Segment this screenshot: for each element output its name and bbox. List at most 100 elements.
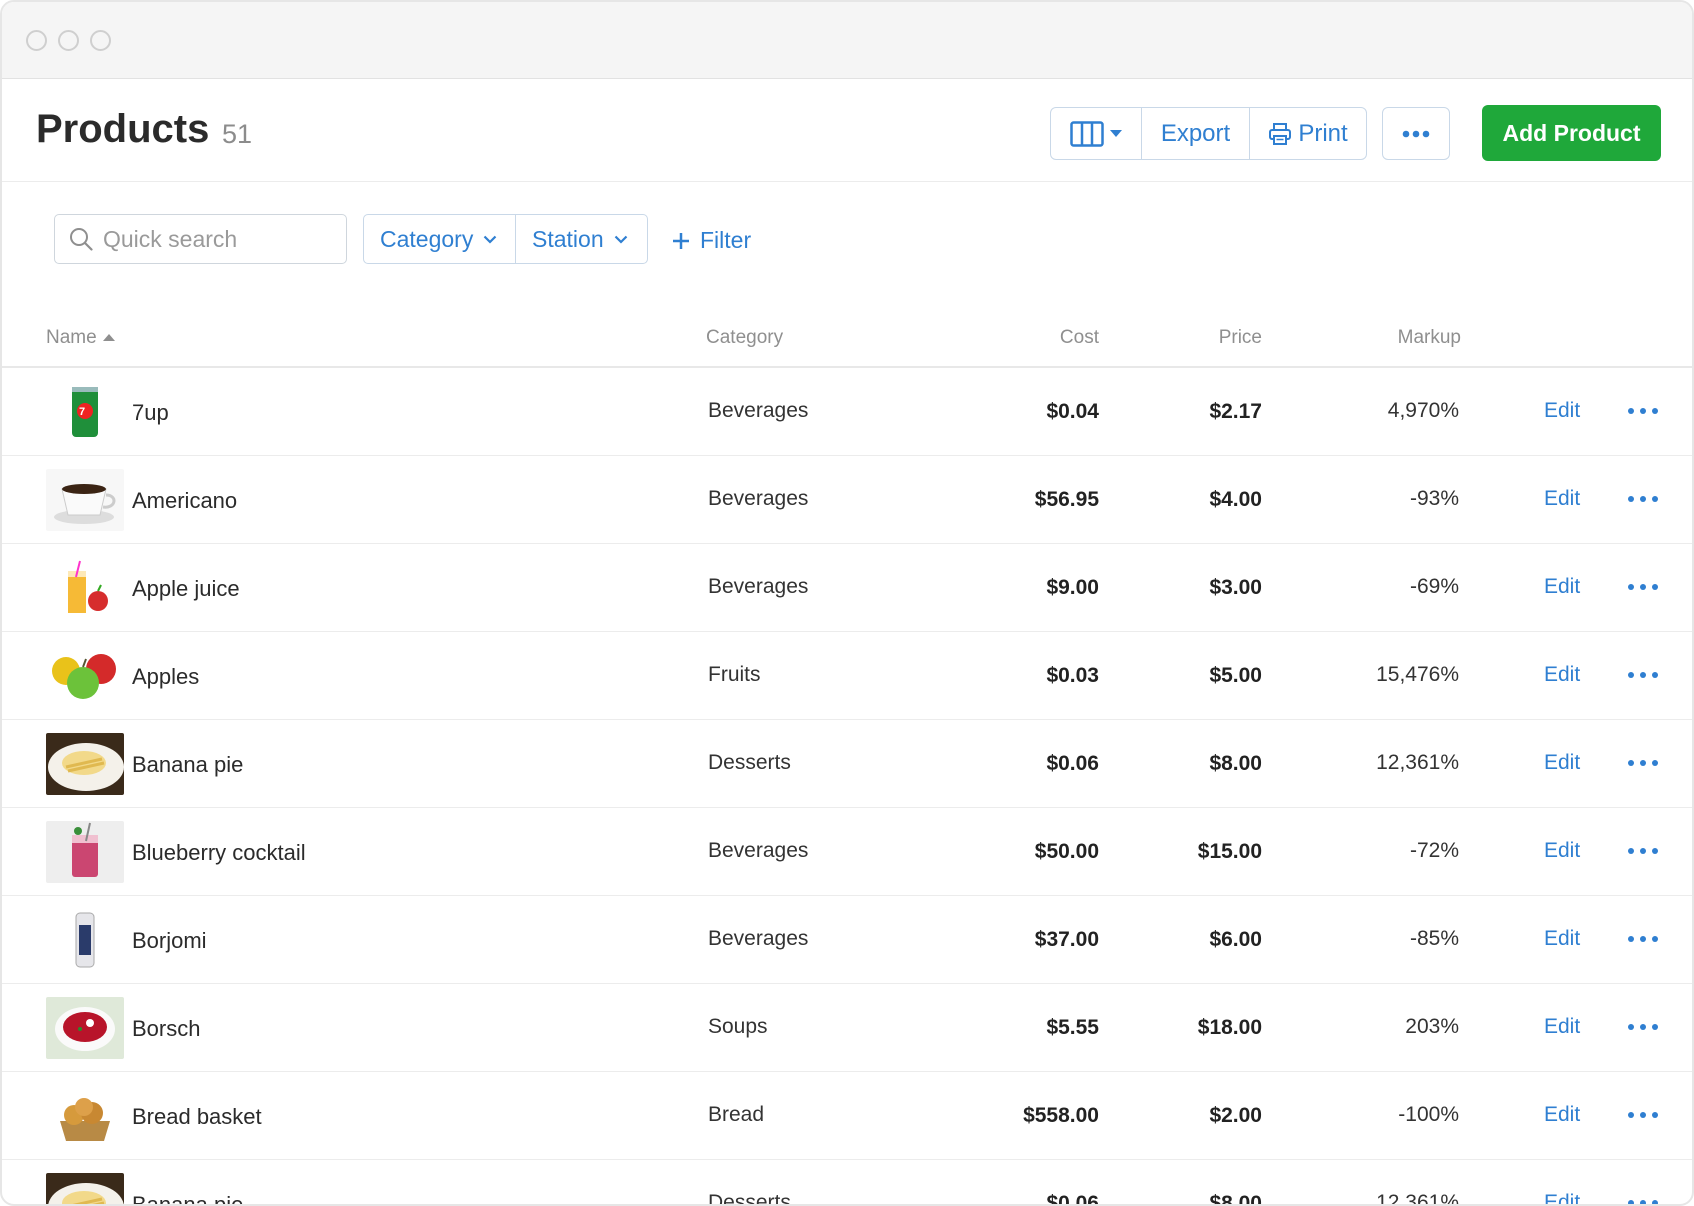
product-thumbnail — [46, 557, 124, 619]
table-row[interactable]: Americano Beverages $56.95 $4.00 -93% Edit — [2, 456, 1692, 544]
product-markup: 12,361% — [1376, 1191, 1459, 1206]
window-titlebar — [2, 2, 1692, 79]
app-window: Products 51 Export Print Add Product Qui… — [0, 0, 1694, 1206]
page-header: Products 51 Export Print Add Product — [2, 79, 1692, 182]
row-more-icon[interactable] — [1628, 1112, 1658, 1120]
edit-link[interactable]: Edit — [1544, 575, 1580, 599]
product-price: $8.00 — [1209, 752, 1262, 775]
page-title: Products — [36, 107, 210, 151]
table-row[interactable]: Apples Fruits $0.03 $5.00 15,476% Edit — [2, 632, 1692, 720]
station-filter-dropdown[interactable]: Station — [516, 215, 647, 263]
row-more-icon[interactable] — [1628, 1200, 1658, 1204]
row-more-icon[interactable] — [1628, 760, 1658, 768]
row-more-icon[interactable] — [1628, 672, 1658, 680]
add-filter-button[interactable]: Filter — [672, 227, 751, 254]
column-header-price[interactable]: Price — [1219, 327, 1262, 349]
printer-icon — [1269, 122, 1292, 145]
product-price: $4.00 — [1209, 488, 1262, 511]
sort-asc-icon — [102, 334, 115, 341]
product-price: $3.00 — [1209, 576, 1262, 599]
row-more-icon[interactable] — [1628, 496, 1658, 504]
edit-link[interactable]: Edit — [1544, 839, 1580, 863]
product-thumbnail — [46, 997, 124, 1059]
table-row[interactable]: Borsch Soups $5.55 $18.00 203% Edit — [2, 984, 1692, 1072]
product-name: 7up — [132, 400, 169, 425]
table-row[interactable]: Banana pie Desserts $0.06 $8.00 12,361% Edit — [2, 720, 1692, 808]
product-price: $8.00 — [1209, 1192, 1262, 1206]
table-row[interactable]: Bread basket Bread $558.00 $2.00 -100% Edit — [2, 1072, 1692, 1160]
add-filter-label: Filter — [700, 227, 752, 253]
product-price: $6.00 — [1209, 928, 1262, 951]
product-thumbnail: 7 — [46, 381, 124, 443]
search-input[interactable] — [103, 225, 323, 253]
export-button[interactable]: Export — [1142, 108, 1250, 159]
row-more-icon[interactable] — [1628, 408, 1658, 416]
row-more-icon[interactable] — [1628, 936, 1658, 944]
caret-down-icon — [1110, 129, 1122, 137]
product-cost: $37.00 — [1034, 928, 1099, 951]
print-button[interactable]: Print — [1250, 108, 1366, 159]
product-thumbnail — [46, 909, 124, 971]
column-header-markup[interactable]: Markup — [1398, 327, 1461, 349]
product-category: Beverages — [708, 839, 809, 862]
window-minimize-button[interactable] — [58, 30, 79, 51]
category-filter-dropdown[interactable]: Category — [364, 215, 516, 263]
product-price: $15.00 — [1197, 840, 1262, 863]
product-cost: $0.06 — [1046, 752, 1099, 775]
edit-link[interactable]: Edit — [1544, 927, 1580, 951]
edit-link[interactable]: Edit — [1544, 751, 1580, 775]
column-header-name[interactable]: Name — [46, 327, 115, 349]
print-label: Print — [1298, 119, 1348, 147]
product-name: Americano — [132, 488, 238, 513]
table-row[interactable]: Blueberry cocktail Beverages $50.00 $15.00 -… — [2, 808, 1692, 896]
edit-link[interactable]: Edit — [1544, 399, 1580, 423]
edit-link[interactable]: Edit — [1544, 1103, 1580, 1127]
columns-button[interactable] — [1051, 108, 1142, 159]
window-zoom-button[interactable] — [90, 30, 111, 51]
add-product-button[interactable]: Add Product — [1482, 105, 1661, 161]
row-more-icon[interactable] — [1628, 1024, 1658, 1032]
product-category: Beverages — [708, 399, 809, 422]
more-actions-button[interactable] — [1383, 108, 1449, 159]
product-thumbnail — [46, 821, 124, 883]
product-category: Beverages — [708, 487, 809, 510]
product-price: $2.17 — [1209, 400, 1262, 423]
edit-link[interactable]: Edit — [1544, 663, 1580, 687]
product-price: $5.00 — [1209, 664, 1262, 687]
edit-link[interactable]: Edit — [1544, 1015, 1580, 1039]
product-thumbnail — [46, 733, 124, 795]
table-row[interactable]: 7 7up Beverages $0.04 $2.17 4,970% Edit — [2, 368, 1692, 456]
table-row[interactable]: Apple juice Beverages $9.00 $3.00 -69% Edit — [2, 544, 1692, 632]
product-count: 51 — [222, 119, 253, 149]
edit-link[interactable]: Edit — [1544, 487, 1580, 511]
product-name: Borjomi — [132, 928, 207, 953]
product-price: $2.00 — [1209, 1104, 1262, 1127]
table-header: Name Category Cost Price Markup — [2, 312, 1692, 368]
chevron-down-icon — [614, 235, 627, 244]
table-row[interactable]: Borjomi Beverages $37.00 $6.00 -85% Edit — [2, 896, 1692, 984]
product-category: Desserts — [708, 1191, 791, 1206]
product-markup: 203% — [1405, 1015, 1459, 1038]
product-name: Banana pie — [132, 752, 244, 777]
table-body: 7 7up Beverages $0.04 $2.17 4,970% Edit America… — [2, 368, 1692, 1206]
product-markup: -93% — [1409, 487, 1459, 510]
product-markup: -69% — [1409, 575, 1459, 598]
product-name: Bread basket — [132, 1104, 262, 1129]
row-more-icon[interactable] — [1628, 584, 1658, 592]
product-name: Blueberry cocktail — [132, 840, 306, 865]
row-more-icon[interactable] — [1628, 848, 1658, 856]
column-header-cost[interactable]: Cost — [1060, 327, 1099, 349]
product-cost: $50.00 — [1034, 840, 1099, 863]
product-thumbnail — [46, 1085, 124, 1147]
edit-link[interactable]: Edit — [1544, 1191, 1580, 1204]
column-header-category[interactable]: Category — [706, 327, 783, 349]
product-price: $18.00 — [1197, 1016, 1262, 1039]
window-close-button[interactable] — [26, 30, 47, 51]
product-category: Desserts — [708, 751, 791, 774]
product-category: Bread — [708, 1103, 765, 1126]
category-filter-label: Category — [380, 225, 474, 252]
header-actions: Export Print — [1050, 107, 1367, 160]
product-name: Apple juice — [132, 576, 240, 601]
table-row[interactable]: Banana pie Desserts $0.06 $8.00 12,361% Edit — [2, 1160, 1692, 1206]
product-cost: $9.00 — [1046, 576, 1099, 599]
